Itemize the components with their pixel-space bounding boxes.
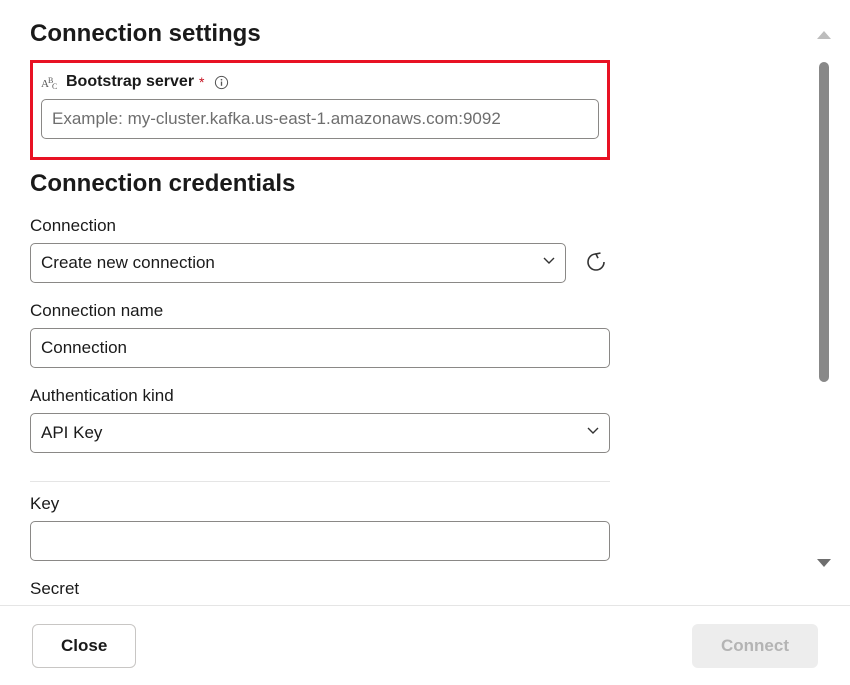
bootstrap-server-highlight: A B C Bootstrap server * (30, 60, 610, 160)
svg-text:C: C (52, 82, 57, 90)
divider (30, 481, 610, 482)
connection-select[interactable]: Create new connection (30, 243, 566, 283)
scrollbar (812, 28, 836, 575)
key-input[interactable] (30, 521, 610, 561)
bootstrap-server-label: Bootstrap server (66, 73, 194, 91)
auth-kind-selected-value: API Key (41, 423, 102, 443)
close-button[interactable]: Close (32, 624, 136, 668)
auth-kind-select[interactable]: API Key (30, 413, 610, 453)
connection-selected-value: Create new connection (41, 253, 215, 273)
refresh-icon (584, 250, 608, 277)
footer: Close Connect (0, 605, 850, 685)
connection-name-label: Connection name (30, 301, 610, 321)
connection-settings-heading: Connection settings (30, 20, 610, 48)
connection-name-input[interactable] (30, 328, 610, 368)
scroll-up-arrow[interactable] (815, 28, 833, 47)
bootstrap-label-row: A B C Bootstrap server * (41, 73, 599, 91)
connection-credentials-heading: Connection credentials (30, 170, 610, 198)
connect-button[interactable]: Connect (692, 624, 818, 668)
connection-label: Connection (30, 216, 610, 236)
text-type-icon: A B C (41, 74, 61, 90)
secret-label: Secret (30, 579, 610, 599)
scroll-down-arrow[interactable] (815, 556, 833, 575)
bootstrap-server-input[interactable] (41, 99, 599, 139)
form-content: Connection settings A B C Bootstrap serv… (30, 20, 610, 608)
refresh-button[interactable] (582, 249, 610, 277)
auth-kind-select-wrap: API Key (30, 413, 610, 453)
required-asterisk: * (199, 74, 204, 90)
connection-select-wrap: Create new connection (30, 243, 566, 283)
scroll-thumb[interactable] (819, 62, 829, 382)
auth-kind-label: Authentication kind (30, 386, 610, 406)
info-icon[interactable] (214, 75, 229, 90)
key-label: Key (30, 494, 610, 514)
